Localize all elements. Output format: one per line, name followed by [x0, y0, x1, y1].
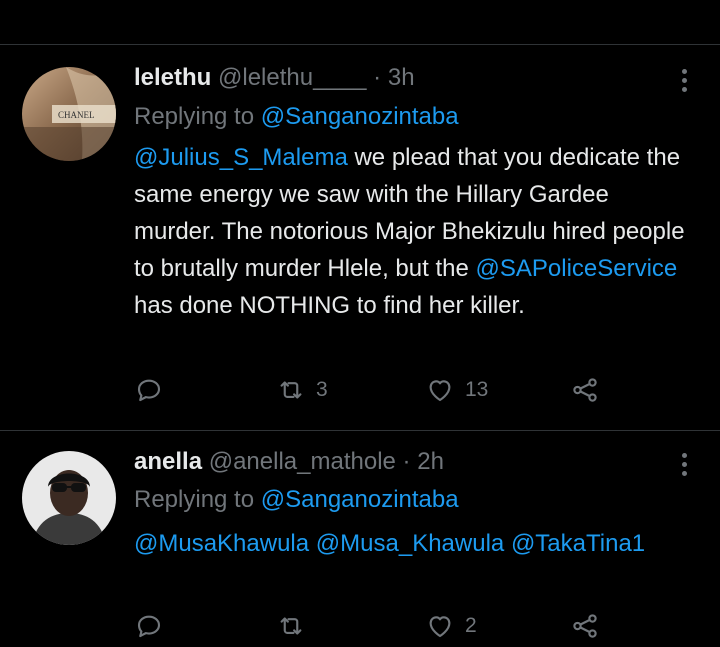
- like-icon: [429, 616, 451, 638]
- retweet-count: 3: [316, 378, 328, 401]
- mention-link[interactable]: @Julius_S_Malema: [134, 144, 348, 171]
- replying-to-mention[interactable]: @Sanganozintaba: [261, 103, 459, 130]
- like-button[interactable]: 13: [425, 375, 488, 405]
- reply-icon: [137, 615, 161, 638]
- tweet-text-part: has done NOTHING to find her killer.: [134, 292, 525, 319]
- share-button[interactable]: [570, 611, 600, 641]
- like-count: 13: [465, 378, 489, 401]
- replying-to-label: Replying to: [134, 103, 255, 130]
- separator-dot: ·: [402, 448, 411, 475]
- tweet-1[interactable]: CHANEL lelethu @lelethu____ · 3h Replyin…: [0, 45, 720, 430]
- replying-to-label: Replying to: [134, 486, 255, 513]
- timestamp[interactable]: 3h: [388, 64, 415, 91]
- tweet-text-part: [504, 530, 511, 557]
- user-handle[interactable]: @lelethu____: [218, 64, 366, 91]
- more-options-icon[interactable]: [672, 65, 696, 95]
- replying-to-mention[interactable]: @Sanganozintaba: [261, 486, 459, 513]
- share-icon: [573, 378, 597, 402]
- avatar[interactable]: [22, 451, 116, 545]
- retweet-icon: [280, 381, 302, 399]
- retweet-button[interactable]: [276, 611, 316, 641]
- tweet-text: @MusaKhawula @Musa_Khawula @TakaTina1: [134, 525, 694, 562]
- retweet-button[interactable]: 3: [276, 375, 328, 405]
- tweet-actions: 2: [134, 611, 614, 647]
- reply-icon: [137, 379, 161, 402]
- reply-button[interactable]: [134, 375, 164, 405]
- retweet-icon: [280, 617, 302, 635]
- like-icon: [429, 380, 451, 402]
- timestamp[interactable]: 2h: [417, 448, 444, 475]
- display-name[interactable]: anella: [134, 448, 202, 475]
- tweet-2[interactable]: anella @anella_mathole · 2h Replying to …: [0, 431, 720, 638]
- like-button[interactable]: 2: [425, 611, 477, 641]
- avatar-logo-text: CHANEL: [58, 110, 95, 120]
- share-button[interactable]: [570, 375, 600, 405]
- share-icon: [573, 614, 597, 638]
- tweet-text: @Julius_S_Malema we plead that you dedic…: [134, 139, 694, 324]
- mention-link[interactable]: @Musa_Khawula: [316, 530, 504, 557]
- tweet-actions: 3 13: [134, 375, 614, 411]
- replying-to: Replying to @Sanganozintaba: [134, 102, 459, 132]
- mention-link[interactable]: @SAPoliceService: [476, 255, 678, 282]
- tweet-text-part: [309, 530, 316, 557]
- like-count: 2: [465, 614, 477, 637]
- more-options-icon[interactable]: [672, 449, 696, 479]
- tweet-header: lelethu @lelethu____ · 3h: [134, 63, 415, 93]
- tweet-header: anella @anella_mathole · 2h: [134, 447, 444, 477]
- mention-link[interactable]: @MusaKhawula: [134, 530, 309, 557]
- display-name[interactable]: lelethu: [134, 64, 211, 91]
- replying-to: Replying to @Sanganozintaba: [134, 485, 459, 515]
- separator-dot: ·: [373, 64, 382, 91]
- avatar[interactable]: CHANEL: [22, 67, 116, 161]
- user-handle[interactable]: @anella_mathole: [209, 448, 396, 475]
- reply-button[interactable]: [134, 611, 164, 641]
- mention-link[interactable]: @TakaTina1: [511, 530, 645, 557]
